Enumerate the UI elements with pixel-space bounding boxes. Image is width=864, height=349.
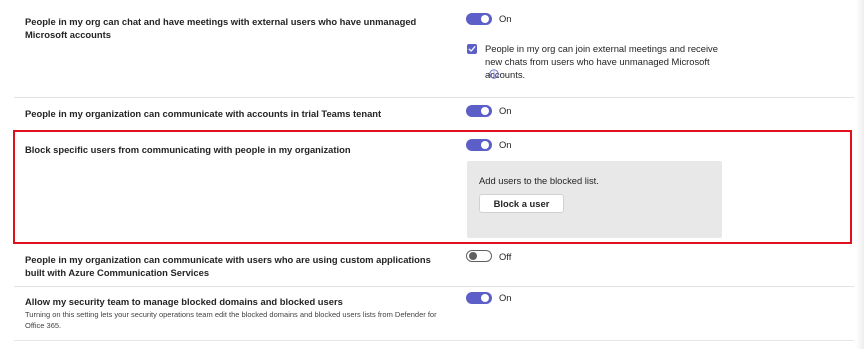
toggle-state-label: Off	[499, 251, 512, 262]
toggle-knob	[481, 107, 489, 115]
block-a-user-button[interactable]: Block a user	[479, 194, 564, 213]
toggle-knob	[481, 141, 489, 149]
divider	[14, 97, 854, 98]
block-users-toggle[interactable]	[466, 139, 492, 151]
azure-communication-toggle[interactable]	[466, 250, 492, 262]
toggle-state-label: On	[499, 13, 512, 24]
toggle-knob	[469, 252, 477, 260]
divider	[14, 286, 854, 287]
join-external-meetings-label: People in my org can join external meeti…	[485, 43, 718, 80]
toggle-state-label: On	[499, 292, 512, 303]
toggle-knob	[481, 294, 489, 302]
setting-security-team-description: Turning on this setting lets your securi…	[25, 310, 437, 330]
setting-unmanaged-accounts-label: People in my org can chat and have meeti…	[25, 16, 417, 40]
setting-trial-tenant-label: People in my organization can communicat…	[25, 108, 382, 119]
join-external-meetings-checkbox[interactable]	[467, 44, 477, 54]
security-team-toggle[interactable]	[466, 292, 492, 304]
checkmark-icon	[468, 46, 476, 52]
scroll-edge	[856, 0, 864, 349]
external-access-settings: People in my org can chat and have meeti…	[0, 0, 864, 349]
trial-tenant-toggle[interactable]	[466, 105, 492, 117]
setting-block-users-label: Block specific users from communicating …	[25, 144, 351, 155]
divider	[14, 340, 854, 341]
toggle-state-label: On	[499, 105, 512, 116]
info-icon[interactable]	[489, 69, 499, 79]
setting-security-team-label: Allow my security team to manage blocked…	[25, 296, 343, 307]
toggle-knob	[481, 15, 489, 23]
setting-azure-communication-label: People in my organization can communicat…	[25, 254, 431, 278]
toggle-state-label: On	[499, 139, 512, 150]
blocked-users-panel: Add users to the blocked list. Block a u…	[467, 161, 722, 238]
unmanaged-accounts-toggle[interactable]	[466, 13, 492, 25]
blocked-list-hint: Add users to the blocked list.	[479, 175, 599, 186]
